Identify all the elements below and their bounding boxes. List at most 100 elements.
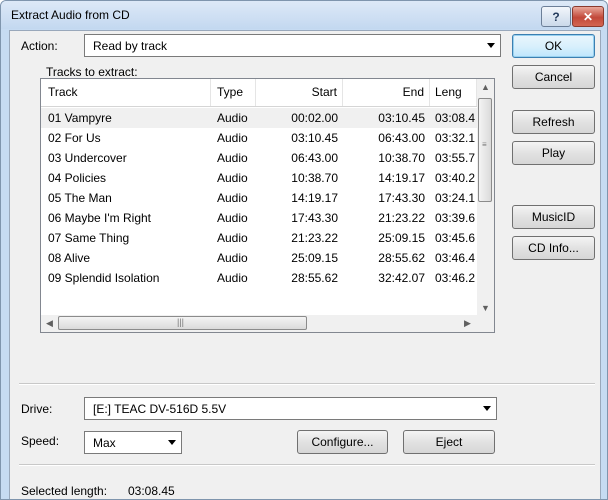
cd-info-button[interactable]: CD Info... (512, 236, 595, 260)
cancel-button[interactable]: Cancel (512, 65, 595, 89)
track-type-cell: Audio (217, 231, 248, 245)
action-value: Read by track (93, 39, 168, 53)
track-length-cell: 03:46.2 (435, 271, 476, 285)
ok-button[interactable]: OK (512, 34, 595, 58)
scroll-left-icon[interactable]: ◀ (46, 318, 53, 329)
track-start-cell: 03:10.45 (291, 131, 338, 145)
track-start-cell: 21:23.22 (291, 231, 338, 245)
drive-label: Drive: (21, 402, 53, 416)
column-header-start[interactable]: Start (256, 79, 343, 106)
column-header-end[interactable]: End (343, 79, 430, 106)
vertical-scroll-thumb[interactable]: ≡ (478, 98, 492, 202)
track-start-cell: 10:38.70 (291, 171, 338, 185)
table-row[interactable]: 05 The Man Audio 14:19.17 17:43.30 03:24.1 (41, 188, 477, 208)
track-start-cell: 28:55.62 (291, 271, 338, 285)
track-start-cell: 00:02.00 (291, 111, 338, 125)
track-end-cell: 06:43.00 (378, 131, 425, 145)
track-start-cell: 06:43.00 (291, 151, 338, 165)
track-end-cell: 17:43.30 (378, 191, 425, 205)
tracks-label: Tracks to extract: (46, 65, 138, 79)
track-track-cell: 09 Splendid Isolation (48, 271, 160, 285)
scrollbar-corner (477, 315, 494, 332)
help-button[interactable]: ? (541, 6, 571, 27)
horizontal-scroll-thumb[interactable]: ||| (58, 316, 307, 330)
column-header-length[interactable]: Leng (430, 79, 477, 106)
track-type-cell: Audio (217, 211, 248, 225)
musicid-button[interactable]: MusicID (512, 205, 595, 229)
chevron-down-icon (168, 440, 176, 445)
track-type-cell: Audio (217, 131, 248, 145)
tracks-list[interactable]: Track Type Start End Leng 01 Vampyre Audi… (40, 78, 495, 333)
chevron-down-icon (487, 43, 495, 48)
track-end-cell: 25:09.15 (378, 231, 425, 245)
track-track-cell: 03 Undercover (48, 151, 127, 165)
track-length-cell: 03:46.4 (435, 251, 476, 265)
track-end-cell: 14:19.17 (378, 171, 425, 185)
scroll-down-icon[interactable]: ▼ (481, 303, 490, 313)
track-length-cell: 03:24.1 (435, 191, 476, 205)
action-label: Action: (21, 39, 58, 53)
action-dropdown[interactable]: Read by track (84, 34, 501, 57)
track-track-cell: 01 Vampyre (48, 111, 112, 125)
refresh-button[interactable]: Refresh (512, 110, 595, 134)
selected-length-value: 03:08.45 (128, 484, 175, 498)
table-row[interactable]: 04 Policies Audio 10:38.70 14:19.17 03:40.2 (41, 168, 477, 188)
column-header-track[interactable]: Track (41, 79, 211, 106)
grip-icon: ≡ (482, 140, 487, 149)
selected-length-label: Selected length: (21, 484, 108, 498)
track-type-cell: Audio (217, 191, 248, 205)
scroll-right-icon[interactable]: ▶ (464, 318, 471, 329)
grip-icon: ||| (177, 317, 185, 327)
vertical-scrollbar[interactable]: ▲ ≡ ▼ (477, 79, 494, 316)
play-button[interactable]: Play (512, 141, 595, 165)
drive-dropdown[interactable]: [E:] TEAC DV-516D 5.5V (84, 397, 497, 420)
track-track-cell: 06 Maybe I'm Right (48, 211, 152, 225)
dialog-window: Extract Audio from CD ? ✕ Action: Read b… (0, 0, 608, 500)
track-start-cell: 14:19.17 (291, 191, 338, 205)
track-end-cell: 32:42.07 (378, 271, 425, 285)
track-track-cell: 04 Policies (48, 171, 107, 185)
table-row[interactable]: 01 Vampyre Audio 00:02.00 03:10.45 03:08.4 (41, 108, 477, 128)
eject-button[interactable]: Eject (403, 430, 495, 454)
track-length-cell: 03:55.7 (435, 151, 476, 165)
track-end-cell: 21:23.22 (378, 211, 425, 225)
track-type-cell: Audio (217, 251, 248, 265)
separator (19, 464, 595, 466)
drive-value: [E:] TEAC DV-516D 5.5V (93, 402, 227, 416)
track-track-cell: 08 Alive (48, 251, 91, 265)
table-row[interactable]: 07 Same Thing Audio 21:23.22 25:09.15 03:45.… (41, 228, 477, 248)
window-title: Extract Audio from CD (11, 8, 130, 22)
track-end-cell: 03:10.45 (378, 111, 425, 125)
track-start-cell: 17:43.30 (291, 211, 338, 225)
speed-label: Speed: (21, 434, 60, 448)
speed-dropdown[interactable]: Max (84, 431, 182, 454)
track-type-cell: Audio (217, 271, 248, 285)
table-row[interactable]: 06 Maybe I'm Right Audio 17:43.30 21:23.22 0… (41, 208, 477, 228)
chevron-down-icon (483, 406, 491, 411)
track-length-cell: 03:39.6 (435, 211, 476, 225)
tracks-list-body: 01 Vampyre Audio 00:02.00 03:10.45 03:08.4 02… (41, 108, 477, 288)
track-start-cell: 25:09.15 (291, 251, 338, 265)
track-type-cell: Audio (217, 111, 248, 125)
table-row[interactable]: 03 Undercover Audio 06:43.00 10:38.70 03:55.… (41, 148, 477, 168)
close-button[interactable]: ✕ (572, 6, 604, 27)
table-row[interactable]: 09 Splendid Isolation Audio 28:55.62 32:42.… (41, 268, 477, 288)
track-length-cell: 03:40.2 (435, 171, 476, 185)
track-track-cell: 07 Same Thing (48, 231, 130, 245)
track-track-cell: 05 The Man (48, 191, 112, 205)
column-header-type[interactable]: Type (211, 79, 256, 106)
configure-button[interactable]: Configure... (297, 430, 388, 454)
horizontal-scrollbar[interactable]: ◀ ||| ▶ (41, 315, 477, 332)
title-bar: Extract Audio from CD ? ✕ (1, 1, 607, 29)
track-type-cell: Audio (217, 171, 248, 185)
speed-value: Max (93, 436, 116, 450)
table-row[interactable]: 02 For Us Audio 03:10.45 06:43.00 03:32.1 (41, 128, 477, 148)
track-end-cell: 10:38.70 (378, 151, 425, 165)
scroll-up-icon[interactable]: ▲ (481, 82, 490, 92)
tracks-list-header: Track Type Start End Leng (41, 79, 477, 107)
track-type-cell: Audio (217, 151, 248, 165)
track-track-cell: 02 For Us (48, 131, 101, 145)
table-row[interactable]: 08 Alive Audio 25:09.15 28:55.62 03:46.4 (41, 248, 477, 268)
separator (19, 383, 595, 385)
track-end-cell: 28:55.62 (378, 251, 425, 265)
